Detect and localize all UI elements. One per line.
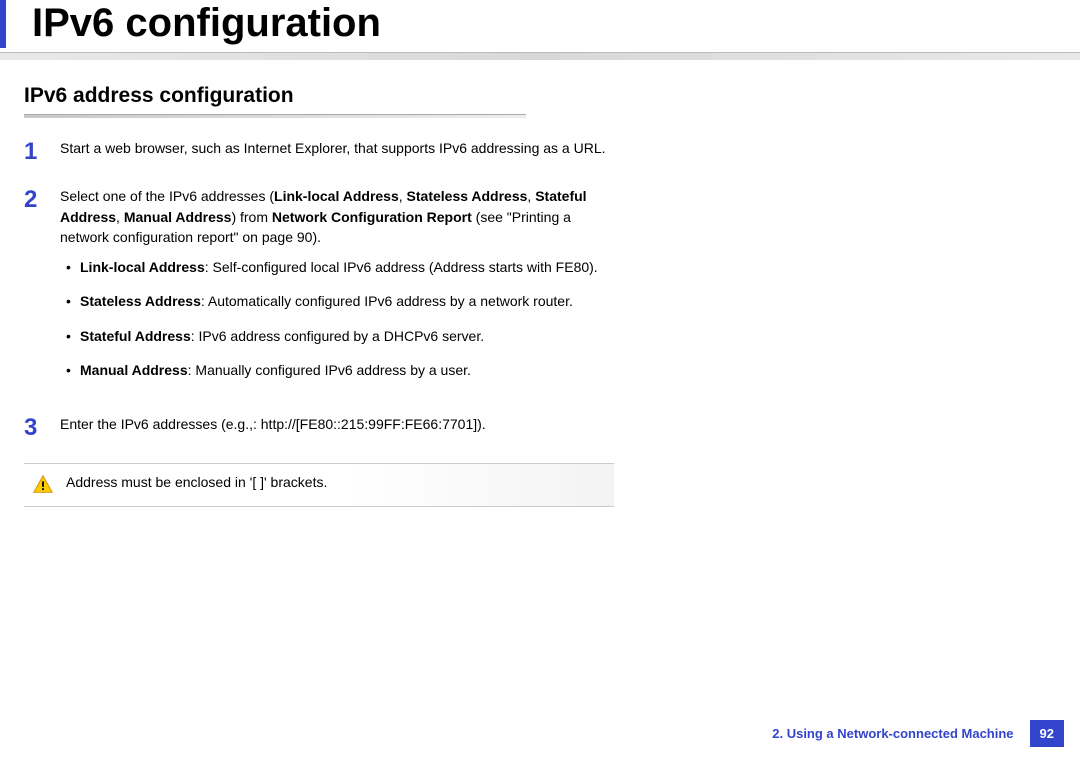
step-body: Enter the IPv6 addresses (e.g.,: http://…: [60, 414, 618, 442]
text-bold: Stateful Address: [80, 328, 191, 344]
list-item: Stateless Address: Automatically configu…: [80, 291, 618, 311]
text-run: : Automatically configured IPv6 address …: [201, 293, 573, 309]
step-number: 1: [24, 138, 60, 164]
text-bold: Stateless Address: [407, 188, 528, 204]
text-run: ,: [116, 209, 124, 225]
step-body: Start a web browser, such as Internet Ex…: [60, 138, 618, 166]
section-divider: [24, 114, 526, 118]
list-item: Manual Address: Manually configured IPv6…: [80, 360, 618, 380]
text-bold: Manual Address: [80, 362, 188, 378]
note-box: Address must be enclosed in '[ ]' bracke…: [24, 463, 614, 507]
text-bold: Stateless Address: [80, 293, 201, 309]
title-block: IPv6 configuration: [0, 0, 1080, 48]
bullet-list: Link-local Address: Self-configured loca…: [60, 257, 618, 380]
text-bold: Manual Address: [124, 209, 232, 225]
step-number: 3: [24, 414, 60, 440]
list-item: Link-local Address: Self-configured loca…: [80, 257, 618, 277]
title-divider: [0, 52, 1080, 60]
step-body: Select one of the IPv6 addresses (Link-l…: [60, 186, 618, 394]
text-bold: Link-local Address: [274, 188, 399, 204]
step-text: Select one of the IPv6 addresses (Link-l…: [60, 186, 618, 247]
content-column: 1 Start a web browser, such as Internet …: [24, 138, 618, 443]
text-bold: Link-local Address: [80, 259, 205, 275]
text-run: ,: [399, 188, 407, 204]
step-text: Enter the IPv6 addresses (e.g.,: http://…: [60, 414, 618, 434]
step-number: 2: [24, 186, 60, 212]
text-run: : Self-configured local IPv6 address (Ad…: [205, 259, 598, 275]
step-text: Start a web browser, such as Internet Ex…: [60, 138, 618, 158]
text-bold: Network Configuration Report: [272, 209, 472, 225]
footer-chapter: 2. Using a Network-connected Machine: [762, 720, 1023, 747]
footer-page-number: 92: [1030, 720, 1064, 747]
text-run: Select one of the IPv6 addresses (: [60, 188, 274, 204]
text-run: : IPv6 address configured by a DHCPv6 se…: [191, 328, 484, 344]
page-title: IPv6 configuration: [32, 0, 1080, 48]
text-run: : Manually configured IPv6 address by a …: [188, 362, 471, 378]
list-item: Stateful Address: IPv6 address configure…: [80, 326, 618, 346]
step-1: 1 Start a web browser, such as Internet …: [24, 138, 618, 166]
section-heading: IPv6 address configuration: [24, 84, 1080, 108]
text-run: ) from: [231, 209, 271, 225]
step-2: 2 Select one of the IPv6 addresses (Link…: [24, 186, 618, 394]
step-3: 3 Enter the IPv6 addresses (e.g.,: http:…: [24, 414, 618, 442]
warning-icon: [32, 474, 54, 496]
page-footer: 2. Using a Network-connected Machine 92: [762, 720, 1064, 747]
note-text: Address must be enclosed in '[ ]' bracke…: [66, 474, 327, 490]
